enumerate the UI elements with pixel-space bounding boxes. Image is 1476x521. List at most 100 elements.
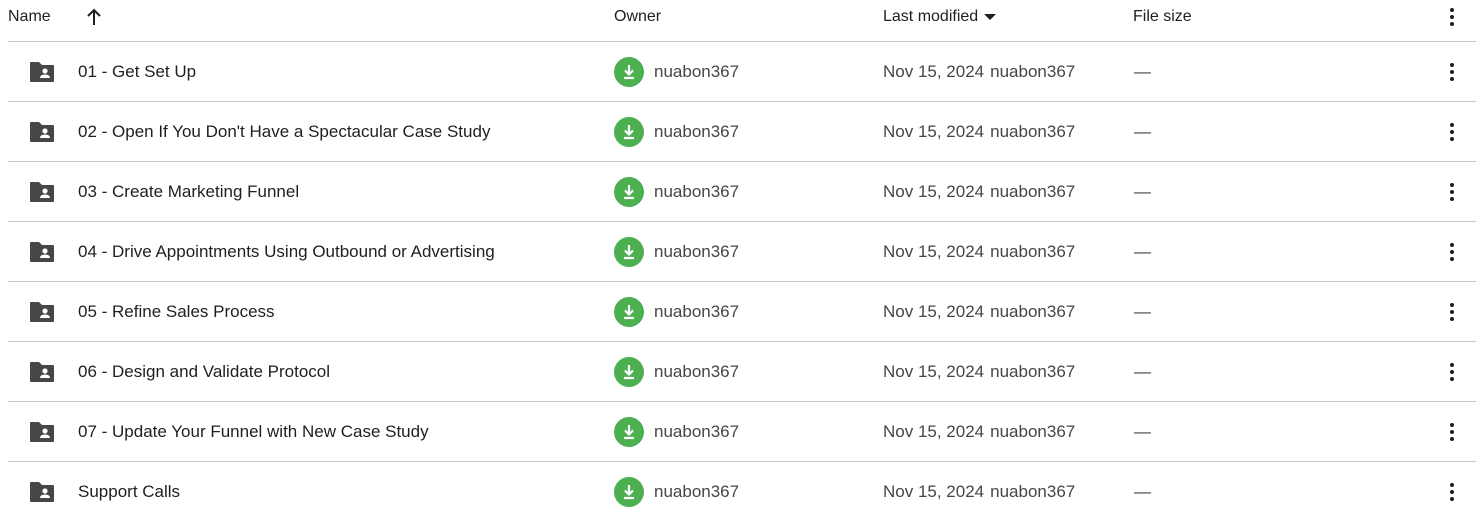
- owner-name: nuabon367: [654, 61, 740, 81]
- more-vert-icon: [1450, 182, 1454, 201]
- last-modified-cell: Nov 15, 2024 nuabon367: [883, 162, 1075, 221]
- table-row[interactable]: 04 - Drive Appointments Using Outbound o…: [8, 222, 1476, 282]
- file-name[interactable]: 04 - Drive Appointments Using Outbound o…: [78, 222, 495, 281]
- owner-cell: nuabon367: [614, 462, 739, 521]
- shared-folder-icon: [29, 402, 57, 461]
- more-vert-icon: [1450, 362, 1454, 381]
- row-more-actions-button[interactable]: [1440, 402, 1464, 461]
- shared-folder-icon: [29, 282, 57, 341]
- modified-by: nuabon367: [990, 121, 1076, 141]
- modified-by: nuabon367: [990, 481, 1076, 501]
- modified-date: Nov 15, 2024: [883, 181, 985, 201]
- owner-avatar-download-icon: [614, 356, 644, 387]
- row-more-actions-button[interactable]: [1440, 282, 1464, 341]
- table-row[interactable]: 05 - Refine Sales Process nuabon367 Nov …: [8, 282, 1476, 342]
- file-list: Name Owner Last modified File size 01 - …: [0, 0, 1476, 521]
- modified-date: Nov 15, 2024: [883, 421, 985, 441]
- modified-by: nuabon367: [990, 421, 1076, 441]
- file-name[interactable]: 05 - Refine Sales Process: [78, 282, 275, 341]
- owner-name: nuabon367: [654, 121, 740, 141]
- owner-avatar-download-icon: [614, 476, 644, 507]
- owner-name: nuabon367: [654, 181, 740, 201]
- table-row[interactable]: 06 - Design and Validate Protocol nuabon…: [8, 342, 1476, 402]
- row-more-actions-button[interactable]: [1440, 462, 1464, 521]
- column-header-file-size[interactable]: File size: [1133, 0, 1192, 33]
- file-size: —: [1134, 361, 1151, 381]
- owner-cell: nuabon367: [614, 222, 739, 281]
- owner-avatar-download-icon: [614, 416, 644, 447]
- owner-avatar-download-icon: [614, 176, 644, 207]
- modified-by: nuabon367: [990, 61, 1076, 81]
- owner-cell: nuabon367: [614, 162, 739, 221]
- shared-folder-icon: [29, 222, 57, 281]
- row-more-actions-button[interactable]: [1440, 102, 1464, 161]
- shared-folder-icon: [29, 342, 57, 401]
- modified-by: nuabon367: [990, 241, 1076, 261]
- file-list-header: Name Owner Last modified File size: [8, 0, 1476, 42]
- owner-name: nuabon367: [654, 361, 740, 381]
- more-vert-icon: [1450, 62, 1454, 81]
- last-modified-cell: Nov 15, 2024 nuabon367: [883, 42, 1075, 101]
- file-name[interactable]: 01 - Get Set Up: [78, 42, 196, 101]
- modified-date: Nov 15, 2024: [883, 361, 985, 381]
- last-modified-cell: Nov 15, 2024 nuabon367: [883, 102, 1075, 161]
- modified-by: nuabon367: [990, 181, 1076, 201]
- owner-avatar-download-icon: [614, 56, 644, 87]
- owner-cell: nuabon367: [614, 102, 739, 161]
- sort-direction-button[interactable]: [82, 0, 106, 33]
- modified-date: Nov 15, 2024: [883, 481, 985, 501]
- owner-name: nuabon367: [654, 301, 740, 321]
- table-row[interactable]: 03 - Create Marketing Funnel nuabon367 N…: [8, 162, 1476, 222]
- more-vert-icon: [1450, 422, 1454, 441]
- owner-name: nuabon367: [654, 481, 740, 501]
- owner-avatar-download-icon: [614, 296, 644, 327]
- table-row[interactable]: 07 - Update Your Funnel with New Case St…: [8, 402, 1476, 462]
- table-row[interactable]: 01 - Get Set Up nuabon367 Nov 15, 2024 n…: [8, 42, 1476, 102]
- last-modified-cell: Nov 15, 2024 nuabon367: [883, 402, 1075, 461]
- last-modified-cell: Nov 15, 2024 nuabon367: [883, 222, 1075, 281]
- column-header-owner[interactable]: Owner: [614, 0, 661, 33]
- header-more-button[interactable]: [1440, 0, 1464, 33]
- owner-avatar-download-icon: [614, 236, 644, 267]
- modified-date: Nov 15, 2024: [883, 61, 985, 81]
- file-name[interactable]: 02 - Open If You Don't Have a Spectacula…: [78, 102, 490, 161]
- more-vert-icon: [1450, 302, 1454, 321]
- column-header-last-modified[interactable]: Last modified: [883, 0, 997, 33]
- file-name[interactable]: 03 - Create Marketing Funnel: [78, 162, 299, 221]
- table-row[interactable]: 02 - Open If You Don't Have a Spectacula…: [8, 102, 1476, 162]
- more-vert-icon: [1450, 7, 1454, 26]
- more-vert-icon: [1450, 242, 1454, 261]
- modified-by: nuabon367: [990, 301, 1076, 321]
- last-modified-cell: Nov 15, 2024 nuabon367: [883, 462, 1075, 521]
- owner-cell: nuabon367: [614, 342, 739, 401]
- file-size: —: [1134, 481, 1151, 501]
- owner-name: nuabon367: [654, 421, 740, 441]
- modified-date: Nov 15, 2024: [883, 121, 985, 141]
- file-name[interactable]: 07 - Update Your Funnel with New Case St…: [78, 402, 429, 461]
- owner-cell: nuabon367: [614, 282, 739, 341]
- last-modified-cell: Nov 15, 2024 nuabon367: [883, 342, 1075, 401]
- modified-by: nuabon367: [990, 361, 1076, 381]
- row-more-actions-button[interactable]: [1440, 342, 1464, 401]
- arrow-up-icon: [87, 8, 101, 25]
- row-more-actions-button[interactable]: [1440, 42, 1464, 101]
- file-name[interactable]: 06 - Design and Validate Protocol: [78, 342, 330, 401]
- modified-date: Nov 15, 2024: [883, 301, 985, 321]
- file-size: —: [1134, 61, 1151, 81]
- row-more-actions-button[interactable]: [1440, 222, 1464, 281]
- file-size: —: [1134, 421, 1151, 441]
- shared-folder-icon: [29, 102, 57, 161]
- owner-avatar-download-icon: [614, 116, 644, 147]
- file-size: —: [1134, 301, 1151, 321]
- modified-date: Nov 15, 2024: [883, 241, 985, 261]
- file-list-body: 01 - Get Set Up nuabon367 Nov 15, 2024 n…: [0, 42, 1476, 521]
- file-name[interactable]: Support Calls: [78, 462, 180, 521]
- table-row[interactable]: Support Calls nuabon367 Nov 15, 2024 nua…: [8, 462, 1476, 521]
- row-more-actions-button[interactable]: [1440, 162, 1464, 221]
- file-size: —: [1134, 181, 1151, 201]
- shared-folder-icon: [29, 162, 57, 221]
- shared-folder-icon: [29, 42, 57, 101]
- last-modified-cell: Nov 15, 2024 nuabon367: [883, 282, 1075, 341]
- owner-cell: nuabon367: [614, 402, 739, 461]
- column-header-name[interactable]: Name: [8, 0, 51, 33]
